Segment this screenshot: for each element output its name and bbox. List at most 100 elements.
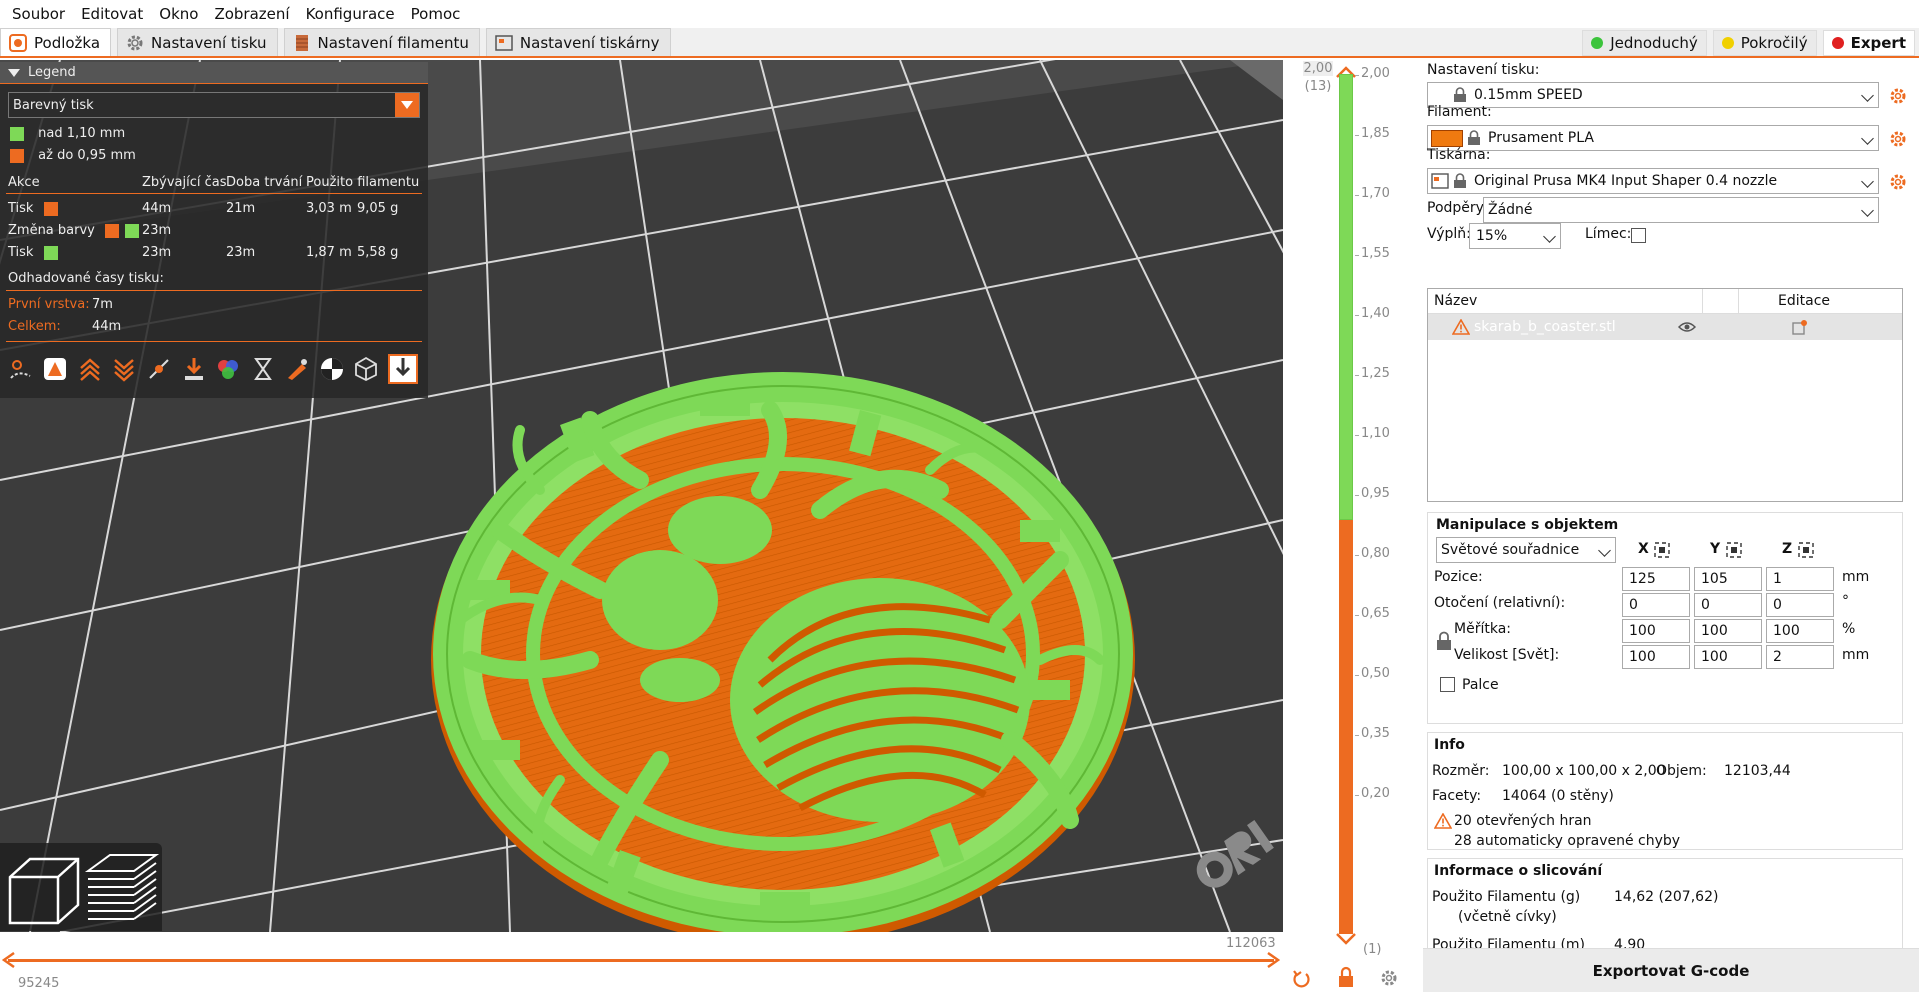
print-profile-select[interactable]: 0.15mm SPEED <box>1427 82 1879 108</box>
travel-icon[interactable] <box>8 356 34 382</box>
row-length: 1,87 m <box>306 245 352 260</box>
inches-checkbox[interactable] <box>1440 677 1455 692</box>
axis-y-label: Y <box>1710 541 1721 557</box>
menu-configuration[interactable]: Konfigurace <box>298 0 403 28</box>
vertical-layer-slider[interactable]: 2,00 (13) 2,00 1,85 1,70 1,55 1,40 1,25 1,10 0,… <box>1283 60 1423 998</box>
lock-icon[interactable] <box>1336 966 1356 988</box>
scale-y-input[interactable]: 100 <box>1694 619 1762 643</box>
filament-color-swatch[interactable] <box>1431 130 1463 147</box>
drop-to-bed-icon[interactable] <box>1798 542 1814 558</box>
shells-icon[interactable] <box>353 356 379 382</box>
custom-gcodes-icon[interactable] <box>284 356 310 382</box>
legend-header[interactable]: Legend <box>0 62 428 84</box>
column-header-name: Název <box>1434 293 1478 309</box>
tab-label: Nastavení filamentu <box>317 33 469 52</box>
horizontal-move-slider[interactable]: 112063 95245 <box>0 932 1283 998</box>
position-z-input[interactable]: 1 <box>1766 567 1834 591</box>
v-slider-tick-label: 1,55 <box>1361 246 1390 261</box>
coordinate-system-select[interactable]: Světové souřadnice <box>1436 537 1616 563</box>
tab-filament-settings[interactable]: Nastavení filamentu <box>283 28 480 56</box>
wipe-icon[interactable] <box>42 356 68 382</box>
retractions-icon[interactable] <box>77 356 103 382</box>
tab-label: Podložka <box>34 33 101 52</box>
seams-icon[interactable] <box>146 356 172 382</box>
pause-prints-icon[interactable] <box>250 356 276 382</box>
table-row: Tisk <box>8 245 58 260</box>
size-x-input[interactable]: 100 <box>1622 645 1690 669</box>
view-type-select[interactable]: Barevný tisk <box>8 92 420 118</box>
tab-label: Nastavení tiskárny <box>519 33 660 52</box>
menu-window[interactable]: Okno <box>151 0 206 28</box>
3d-view-icon[interactable] <box>8 857 80 925</box>
h-slider-lower-thumb[interactable] <box>2 952 16 968</box>
tab-print-settings[interactable]: Nastavení tisku <box>117 28 278 56</box>
h-slider-upper-value: 112063 <box>1226 936 1276 951</box>
deretractions-icon[interactable] <box>111 356 137 382</box>
brim-checkbox[interactable] <box>1631 228 1646 243</box>
filament-profile-select[interactable]: Prusament PLA <box>1427 125 1879 151</box>
layers-view-icon[interactable] <box>84 854 160 920</box>
supports-select[interactable]: Žádné <box>1483 197 1879 223</box>
v-slider-lower-thumb[interactable] <box>1336 933 1356 945</box>
rotation-unit: ° <box>1842 593 1849 609</box>
rotation-z-input[interactable]: 0 <box>1766 593 1834 617</box>
filament-used-g-label: Použito Filamentu (g) <box>1432 889 1581 905</box>
center-of-gravity-icon[interactable] <box>319 356 345 382</box>
position-x-input[interactable]: 125 <box>1622 567 1690 591</box>
gear-icon[interactable] <box>1889 87 1907 105</box>
mode-simple-button[interactable]: Jednoduchý <box>1582 30 1707 56</box>
position-y-input[interactable]: 105 <box>1694 567 1762 591</box>
scale-x-input[interactable]: 100 <box>1622 619 1690 643</box>
tool-changes-icon[interactable] <box>181 356 207 382</box>
printer-profile-select[interactable]: Original Prusa MK4 Input Shaper 0.4 nozz… <box>1427 168 1879 194</box>
tab-printer-settings[interactable]: Nastavení tiskárny <box>485 28 671 56</box>
mode-dot-icon <box>1721 37 1734 49</box>
size-unit: mm <box>1842 647 1870 663</box>
h-slider-upper-thumb[interactable] <box>1266 952 1280 968</box>
color-changes-icon[interactable] <box>215 356 241 382</box>
color-swatch <box>43 201 58 216</box>
v-slider-tick-mark <box>1355 135 1359 136</box>
row-weight: 5,58 g <box>357 245 399 260</box>
size-z-input[interactable]: 2 <box>1766 645 1834 669</box>
menu-view[interactable]: Zobrazení <box>206 0 297 28</box>
printer-label: Tiskárna: <box>1427 147 1491 163</box>
edit-icon[interactable] <box>1792 319 1808 335</box>
v-slider-top-layer: (13) <box>1304 79 1332 94</box>
menu-file[interactable]: Soubor <box>4 0 73 28</box>
scale-z-input[interactable]: 100 <box>1766 619 1834 643</box>
settings-cog-icon[interactable] <box>1379 968 1399 988</box>
chevron-down-icon <box>1861 132 1874 145</box>
object-name: skarab_b_coaster.stl <box>1474 319 1616 335</box>
rotation-y-input[interactable]: 0 <box>1694 593 1762 617</box>
v-slider-tick-label: 0,65 <box>1361 606 1390 621</box>
warning-icon[interactable] <box>1452 319 1470 335</box>
menu-edit[interactable]: Editovat <box>73 0 151 28</box>
drop-to-bed-icon[interactable] <box>1654 542 1670 558</box>
tab-label: Nastavení tisku <box>151 33 267 52</box>
lock-icon[interactable] <box>1436 631 1452 651</box>
gear-icon[interactable] <box>1889 130 1907 148</box>
chevron-down-icon <box>1861 204 1874 217</box>
mode-advanced-button[interactable]: Pokročilý <box>1712 30 1817 56</box>
mode-expert-button[interactable]: Expert <box>1822 30 1915 56</box>
gear-icon[interactable] <box>1889 173 1907 191</box>
tool-marker-icon[interactable] <box>388 354 418 384</box>
row-duration: 23m <box>226 245 256 260</box>
v-slider-tick-label: 1,10 <box>1361 426 1390 441</box>
object-row[interactable]: skarab_b_coaster.stl <box>1428 314 1902 340</box>
undo-arrow-icon[interactable] <box>1291 968 1311 988</box>
eye-icon[interactable] <box>1678 321 1696 333</box>
rotation-x-input[interactable]: 0 <box>1622 593 1690 617</box>
volume-label: Objem: <box>1656 763 1707 779</box>
tab-plater[interactable]: Podložka <box>0 28 112 56</box>
drop-to-bed-icon[interactable] <box>1726 542 1742 558</box>
menu-help[interactable]: Pomoc <box>403 0 469 28</box>
v-slider-tick-mark <box>1355 555 1359 556</box>
infill-select[interactable]: 15% <box>1469 223 1561 249</box>
size-y-input[interactable]: 100 <box>1694 645 1762 669</box>
spool-icon <box>293 34 311 52</box>
coaster-model[interactable] <box>431 372 1135 932</box>
auto-repaired-text: 28 automaticky opravené chyby <box>1454 833 1681 849</box>
export-gcode-button[interactable]: Exportovat G-code <box>1423 948 1919 992</box>
